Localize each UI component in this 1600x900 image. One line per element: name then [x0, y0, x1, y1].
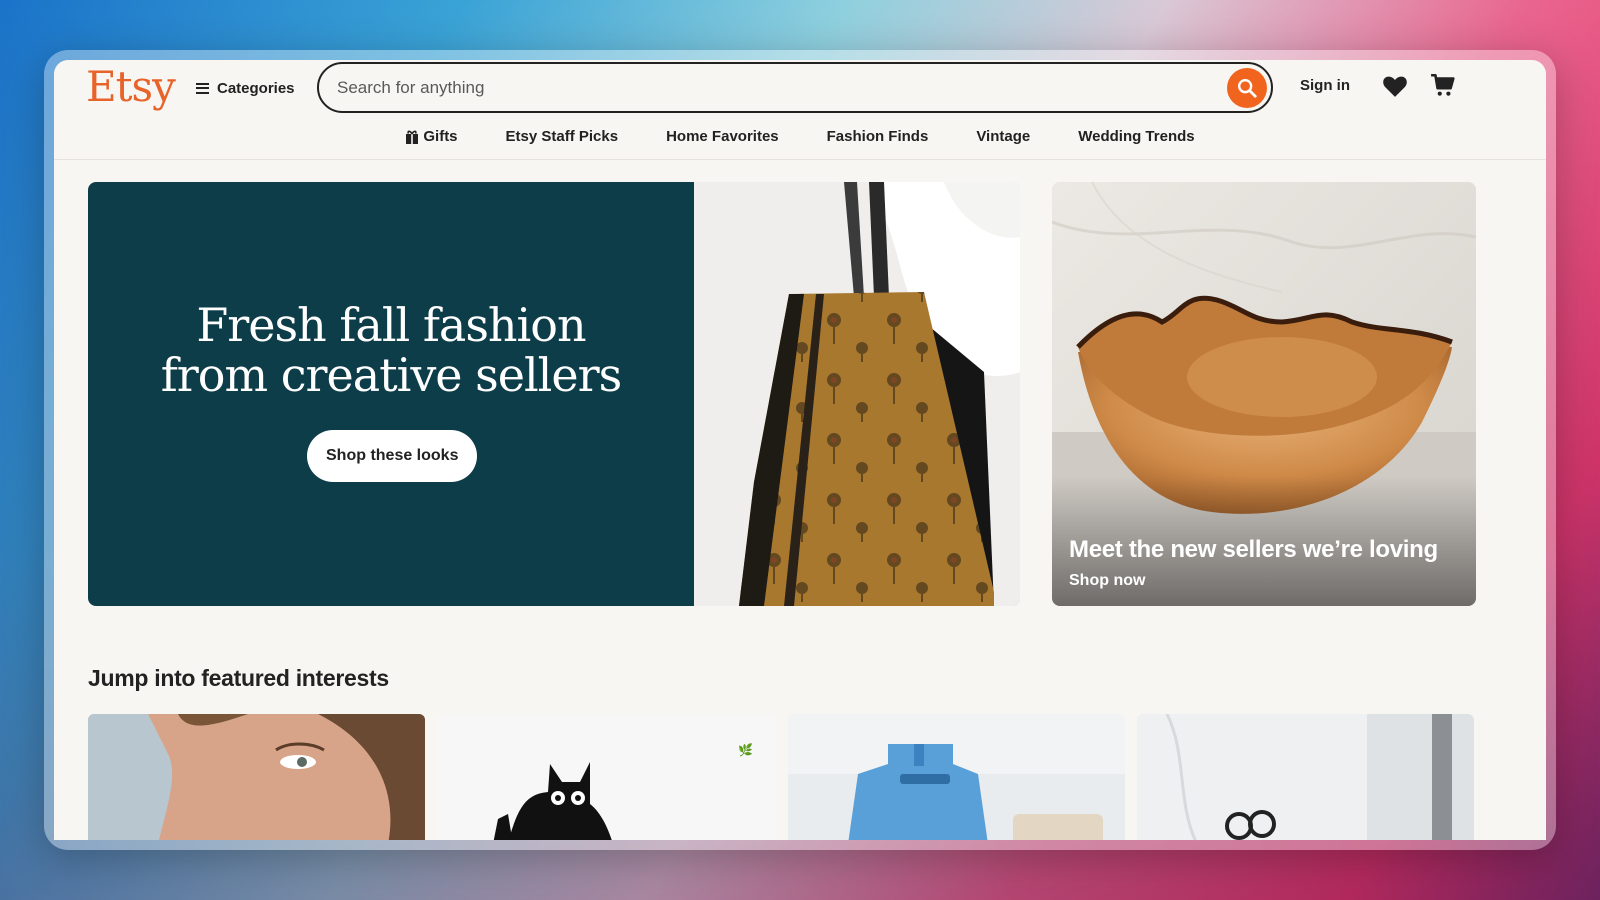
heart-icon [1383, 76, 1407, 97]
hero-headline: Fresh fall fashion from creative sellers [88, 300, 694, 400]
cart-button[interactable] [1430, 72, 1456, 103]
gift-icon [406, 130, 419, 144]
nav-item-label: Fashion Finds [826, 127, 929, 145]
shop-now-link[interactable]: Shop now [1069, 572, 1145, 590]
cart-icon [1431, 73, 1455, 96]
nav-item-wedding-trends[interactable]: Wedding Trends [1054, 122, 1218, 150]
sign-in-link[interactable]: Sign in [1300, 77, 1350, 94]
scissors-image [1137, 714, 1474, 840]
hero-headline-line: from creative sellers [160, 348, 622, 402]
nav-item-vintage[interactable]: Vintage [952, 122, 1054, 150]
category-nav: Gifts Etsy Staff Picks Home Favorites Fa… [54, 122, 1546, 152]
featured-interests-title: Jump into featured interests [88, 665, 389, 691]
interest-card[interactable] [788, 714, 1125, 840]
nav-item-label: Gifts [423, 127, 458, 145]
nav-item-label: Vintage [976, 127, 1031, 145]
categories-button[interactable]: Categories [196, 76, 295, 100]
etsy-logo[interactable]: Etsy [86, 62, 176, 111]
hero-banner[interactable]: Fresh fall fashion from creative sellers… [88, 182, 1020, 606]
cat-decor-image: 🌿 [438, 714, 775, 840]
svg-text:🌿: 🌿 [738, 743, 753, 757]
shop-these-looks-button[interactable]: Shop these looks [307, 430, 478, 482]
promo-title: Meet the new sellers we’re loving [1069, 536, 1438, 563]
search-bar [317, 62, 1273, 113]
nav-item-fashion-finds[interactable]: Fashion Finds [803, 122, 953, 150]
menu-icon [196, 82, 209, 94]
nav-item-gifts[interactable]: Gifts [381, 122, 481, 150]
search-icon [1238, 79, 1257, 98]
new-sellers-promo[interactable]: Meet the new sellers we’re loving Shop n… [1052, 182, 1476, 606]
nav-item-label: Wedding Trends [1078, 127, 1195, 145]
favorites-button[interactable] [1382, 74, 1408, 103]
interest-card[interactable] [88, 714, 425, 840]
blue-bag-image [788, 714, 1125, 840]
search-input[interactable] [337, 76, 1197, 100]
interest-card[interactable]: 🌿 [438, 714, 775, 840]
browser-window: Etsy Categories Sign in [54, 60, 1546, 840]
nav-item-home-favorites[interactable]: Home Favorites [642, 122, 803, 150]
hero-headline-line: Fresh fall fashion [196, 298, 586, 352]
nav-item-staff-picks[interactable]: Etsy Staff Picks [482, 122, 643, 150]
nav-item-label: Home Favorites [666, 127, 779, 145]
search-button[interactable] [1227, 68, 1267, 108]
site-header: Etsy Categories Sign in [54, 60, 1546, 160]
interest-card[interactable] [1137, 714, 1474, 840]
tote-bag-image [694, 182, 1020, 606]
nav-item-label: Etsy Staff Picks [505, 127, 619, 145]
categories-label: Categories [217, 79, 295, 97]
portrait-image [88, 714, 425, 840]
